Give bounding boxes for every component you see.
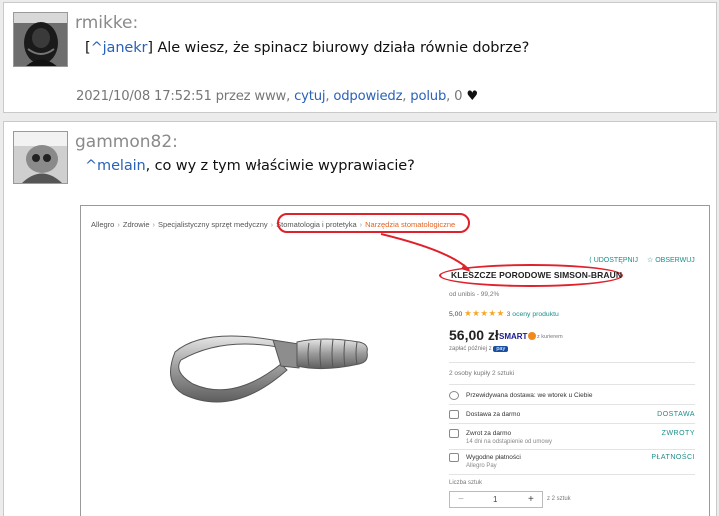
comment-text: , co wy z tym właściwie wyprawiacie? [145,158,415,174]
payments-link[interactable]: PŁATNOŚCI [651,454,695,461]
returns-link[interactable]: ZWROTY [662,430,695,437]
smart-icon [528,332,537,340]
follow-button[interactable]: ☆ OBSERWUJ [647,256,695,264]
returns-sub: 14 dni na odstąpienie od umowy [466,439,553,445]
free-delivery-label: Dostawa za darmo [466,411,521,418]
breadcrumb-item: Allegro [91,220,115,229]
star-icon: ☆ [647,257,654,264]
payments-text: Wygodne płatności Allegro Pay [466,454,521,469]
quantity-of: z 2 sztuk [547,496,571,502]
rating-count: 3 oceny produktu [506,311,559,318]
divider [449,384,695,385]
pay-later-label: zapłać później z [449,346,492,352]
like-link[interactable]: polub [410,89,446,104]
comment-author[interactable]: gammon82: [75,132,178,152]
divider [449,362,695,363]
follow-label: OBSERWUJ [655,257,695,264]
delivery-label: Przewidywana dostawa: we wtorek u Ciebie [466,392,593,399]
plus-button[interactable]: + [528,494,534,505]
product-rating[interactable]: 5,00 ★★★★★ 3 oceny produktu [449,308,559,319]
avatar[interactable] [13,12,68,67]
seller-info[interactable]: od unibis - 99,2% [449,291,499,298]
clock-icon [449,391,459,400]
returns-label: Zwrot za darmo [466,430,512,437]
share-label: UDOSTĘPNIJ [593,257,639,264]
quantity-value[interactable]: 1 [493,495,497,504]
wallet-icon [449,453,459,462]
comment-card: rmikke: [^janekr] Ale wiesz, że spinacz … [3,2,717,113]
smart-badge: SMART [499,332,537,341]
smart-label: SMART [499,332,528,341]
like-count: 0 [454,89,463,104]
divider [449,449,695,450]
divider [449,423,695,424]
divider [449,404,695,405]
delivery-link[interactable]: DOSTAWA [657,411,695,418]
comment-body: ^melain, co wy z tym właściwie wyprawiac… [85,158,415,174]
quote-link[interactable]: cytuj [294,89,325,104]
comment-card: gammon82: ^melain, co wy z tym właściwie… [3,121,717,516]
comment-body: [^janekr] Ale wiesz, że spinacz biurowy … [85,40,530,56]
payments-sub: Allegro Pay [466,463,497,469]
product-image[interactable] [163,326,377,418]
embedded-screenshot[interactable]: Allegro › Zdrowie › Specjalistyczny sprzęt m… [80,205,710,516]
reply-link[interactable]: ^melain [85,158,146,174]
return-icon [449,429,459,438]
reply-link[interactable]: ^janekr [91,40,148,56]
avatar[interactable] [13,131,68,184]
payments-label: Wygodne płatności [466,454,521,461]
pay-badge: pay [493,346,509,352]
stars-icon: ★★★★★ [464,308,505,318]
rating-value: 5,00 [449,311,463,318]
minus-button[interactable]: − [458,494,464,505]
product-title: KLESZCZE PORODOWE SIMSON-BRAUN [451,270,623,280]
comment-author[interactable]: rmikke: [75,13,138,33]
product-price: 56,00 zł [449,327,499,343]
reply-action-link[interactable]: odpowiedz [333,89,402,104]
divider [449,474,695,475]
quantity-stepper[interactable]: − 1 + [449,491,543,508]
bought-count: 2 osoby kupiły 2 sztuki [449,370,515,377]
breadcrumb-item: Zdrowie [122,220,150,229]
pay-later: zapłać później z pay [449,346,509,352]
comment-meta: 2021/10/08 17:52:51 przez www, cytuj, od… [76,89,478,104]
highlight-circle [277,213,470,233]
share-icon: ⟨ [589,257,592,264]
smart-sub: z kurierem [537,334,563,340]
quantity-label: Liczba sztuk [449,480,483,486]
returns-text: Zwrot za darmo 14 dni na odstąpienie od u… [466,430,552,445]
heart-icon: ♥ [466,89,478,104]
share-button[interactable]: ⟨ UDOSTĘPNIJ [589,256,638,264]
comment-text: Ale wiesz, że spinacz biurowy działa rów… [152,40,530,56]
comment-date: 2021/10/08 17:52:51 przez www, [76,89,291,104]
breadcrumb-item: Specjalistyczny sprzęt medyczny [158,220,268,229]
truck-icon [449,410,459,419]
